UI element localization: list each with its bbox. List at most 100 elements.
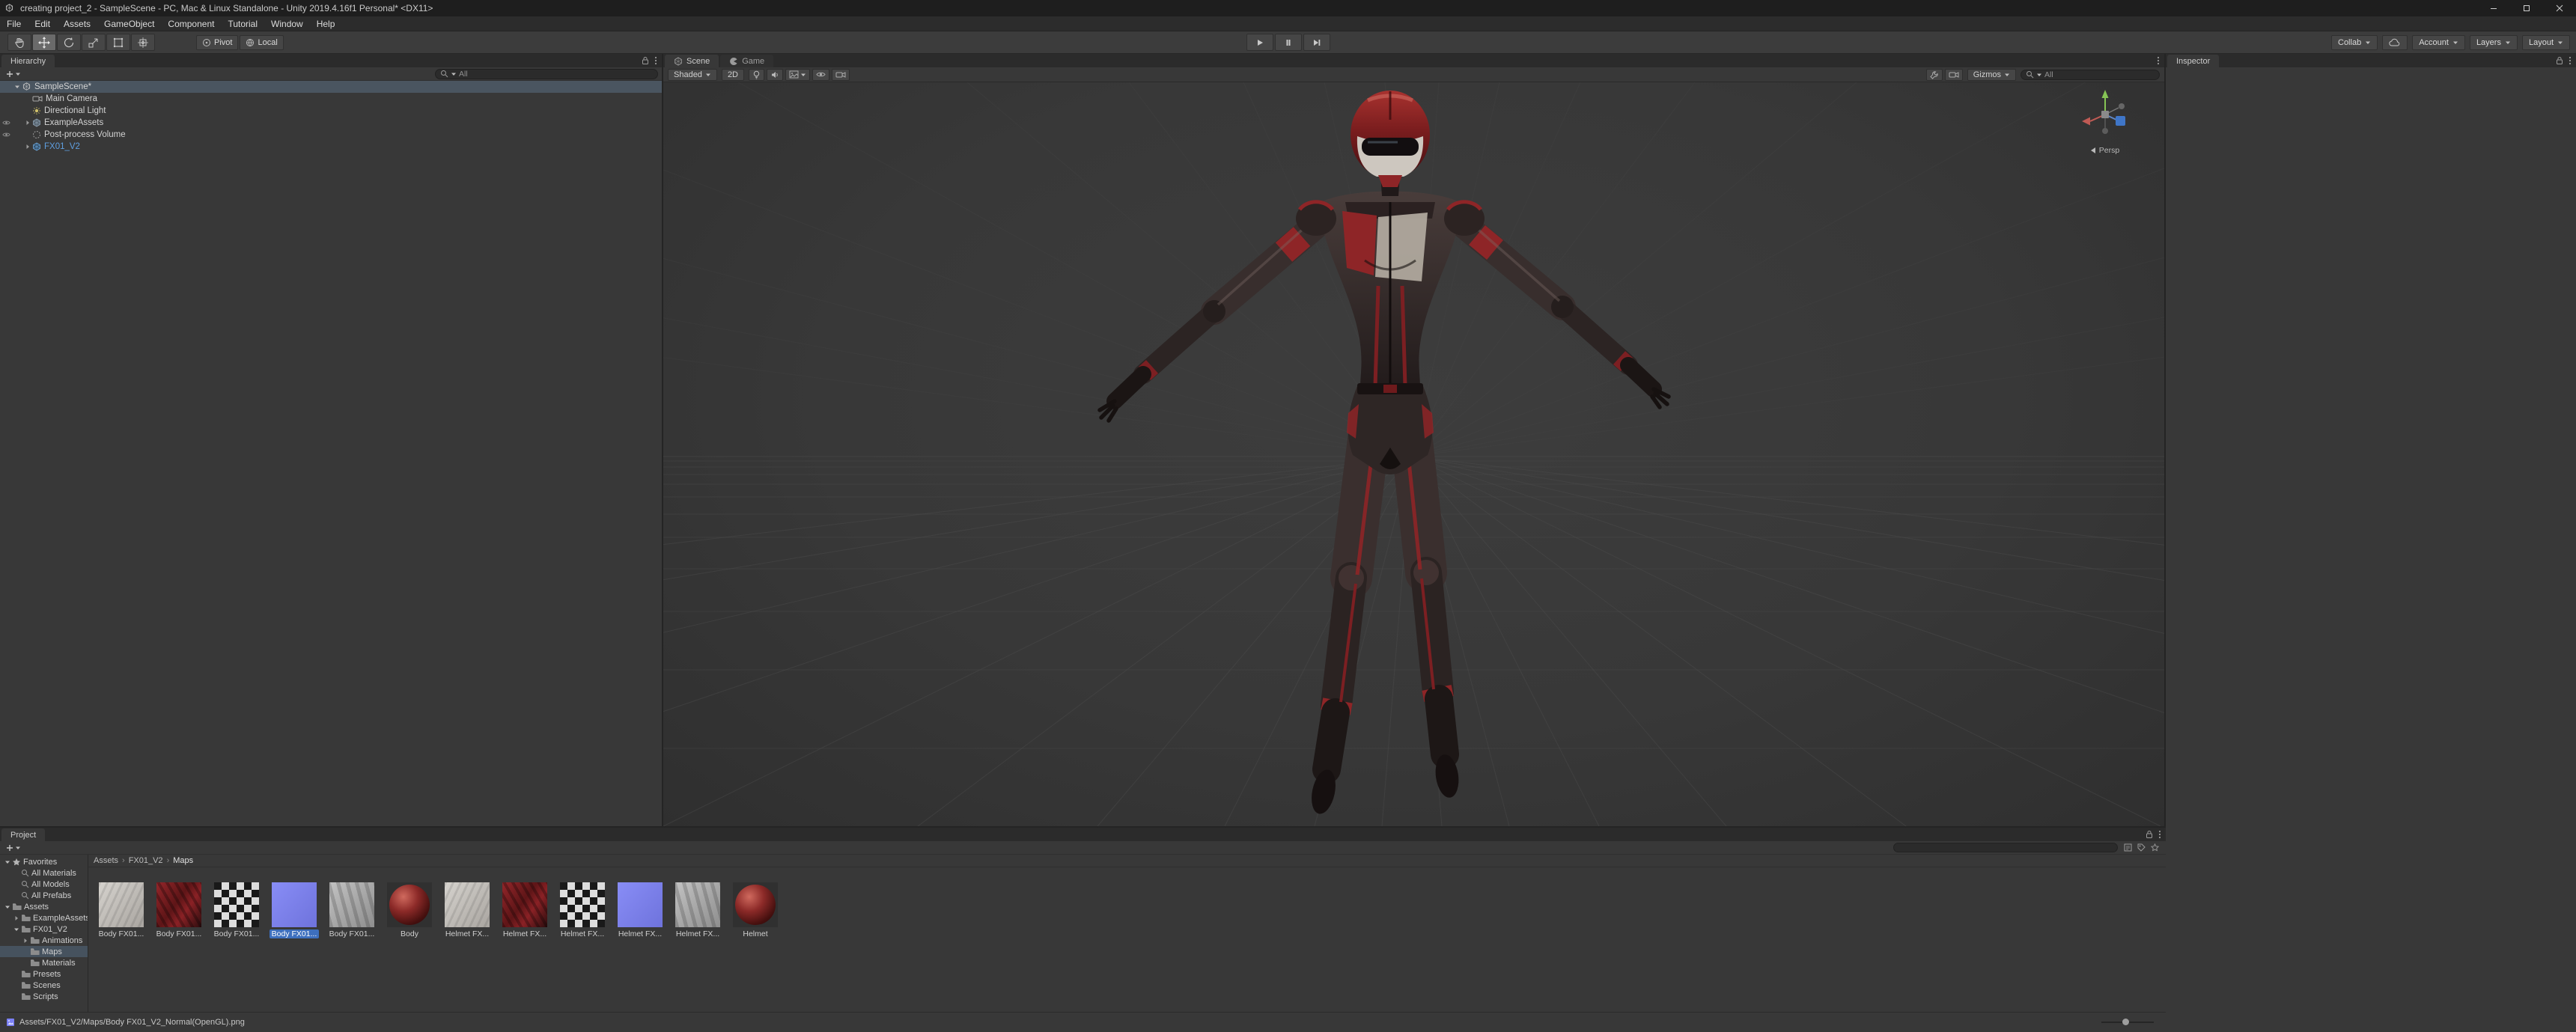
menu-assets[interactable]: Assets — [57, 17, 97, 31]
project-tree-item-exampleassets[interactable]: ExampleAssets — [0, 912, 88, 923]
breadcrumb-fx01-v2[interactable]: FX01_V2 — [129, 856, 163, 865]
project-tree-item-maps[interactable]: Maps — [0, 946, 88, 957]
asset-helmet-fx-6[interactable]: Helmet FX... — [445, 882, 490, 938]
hand-tool-button[interactable] — [7, 34, 31, 51]
hierarchy-item-directional-light[interactable]: Directional Light — [0, 105, 662, 117]
scale-tool-button[interactable] — [82, 34, 106, 51]
space-toggle-button[interactable]: Local — [240, 35, 283, 50]
hierarchy-item-post-process-volume[interactable]: Post-process Volume — [0, 129, 662, 141]
play-button[interactable] — [1246, 34, 1273, 51]
tab-project[interactable]: Project — [1, 828, 45, 841]
asset-helmet-fx-7[interactable]: Helmet FX... — [502, 882, 547, 938]
project-tree-item-materials[interactable]: Materials — [0, 957, 88, 968]
hierarchy-item-fx01-v2[interactable]: FX01_V2 — [0, 141, 662, 153]
panel-menu-icon[interactable] — [654, 56, 657, 65]
project-tree-item-favorites[interactable]: Favorites — [0, 856, 88, 867]
asset-helmet-fx-10[interactable]: Helmet FX... — [675, 882, 720, 938]
panel-menu-icon[interactable] — [2157, 56, 2160, 65]
expand-arrow[interactable] — [11, 915, 21, 921]
2d-toggle-button[interactable]: 2D — [722, 69, 744, 81]
expand-arrow[interactable] — [20, 938, 30, 944]
menu-help[interactable]: Help — [310, 17, 342, 31]
axis-gizmo-icon[interactable] — [2079, 88, 2131, 141]
move-tool-button[interactable] — [32, 34, 56, 51]
projection-toggle[interactable]: Persp — [2071, 146, 2139, 155]
asset-body-fx01-1[interactable]: Body FX01... — [156, 882, 201, 938]
hierarchy-search-field[interactable]: All — [435, 69, 658, 79]
project-search-input[interactable] — [1893, 843, 2118, 852]
asset-helmet-11[interactable]: Helmet — [733, 882, 778, 938]
account-button[interactable]: Account — [2412, 35, 2465, 50]
visibility-gutter[interactable] — [0, 132, 12, 138]
audio-toggle-button[interactable] — [767, 69, 783, 81]
expand-arrow[interactable] — [22, 120, 32, 126]
collapse-arrow[interactable] — [2, 859, 12, 865]
thumbnail-size-slider[interactable] — [2101, 1018, 2154, 1027]
project-create-menu-button[interactable] — [4, 844, 23, 852]
layout-button[interactable]: Layout — [2522, 35, 2570, 50]
project-tree-item-all-models[interactable]: All Models — [0, 879, 88, 890]
scene-viewport-canvas[interactable] — [663, 82, 2164, 826]
panel-menu-icon[interactable] — [2158, 830, 2161, 839]
lighting-toggle-button[interactable] — [749, 69, 764, 81]
tab-inspector[interactable]: Inspector — [2167, 55, 2219, 67]
hierarchy-item-main-camera[interactable]: Main Camera — [0, 93, 662, 105]
close-button[interactable] — [2543, 0, 2576, 16]
camera-button[interactable] — [1945, 69, 1963, 81]
visibility-toggle-button[interactable] — [812, 69, 829, 81]
project-tree-item-animations[interactable]: Animations — [0, 935, 88, 946]
expand-arrow[interactable] — [22, 144, 32, 150]
gizmos-dropdown[interactable]: Gizmos — [1967, 69, 2016, 81]
scene-search-field[interactable]: All — [2021, 70, 2160, 80]
tab-game[interactable]: Game — [720, 55, 773, 67]
visibility-gutter[interactable] — [0, 120, 12, 126]
project-tree-item-all-prefabs[interactable]: All Prefabs — [0, 890, 88, 901]
orientation-gizmo[interactable]: Persp — [2071, 88, 2139, 155]
lock-icon[interactable] — [2146, 830, 2153, 839]
menu-edit[interactable]: Edit — [28, 17, 57, 31]
effects-toggle-button[interactable] — [785, 69, 810, 81]
pivot-toggle-button[interactable]: Pivot — [196, 35, 238, 50]
project-tree-item-scripts[interactable]: Scripts — [0, 991, 88, 1002]
hierarchy-item-exampleassets[interactable]: ExampleAssets — [0, 117, 662, 129]
collab-button[interactable]: Collab — [2331, 35, 2378, 50]
step-button[interactable] — [1303, 34, 1330, 51]
breadcrumb-maps[interactable]: Maps — [173, 856, 193, 865]
asset-body-fx01-0[interactable]: Body FX01... — [99, 882, 144, 938]
lock-icon[interactable] — [642, 56, 649, 65]
collapse-arrow[interactable] — [11, 926, 21, 932]
maximize-button[interactable] — [2510, 0, 2543, 16]
tab-hierarchy[interactable]: Hierarchy — [1, 55, 55, 67]
scene-viewport[interactable]: Persp — [663, 82, 2164, 826]
hierarchy-item-samplescene[interactable]: SampleScene* — [0, 81, 662, 93]
panel-menu-icon[interactable] — [2569, 56, 2572, 65]
character-model[interactable] — [1100, 91, 1669, 816]
transform-tool-button[interactable] — [131, 34, 155, 51]
asset-helmet-fx-8[interactable]: Helmet FX... — [560, 882, 605, 938]
menu-gameobject[interactable]: GameObject — [97, 17, 161, 31]
tools-button[interactable] — [1926, 69, 1943, 81]
rotate-tool-button[interactable] — [57, 34, 81, 51]
cloud-button[interactable] — [2382, 35, 2408, 50]
lock-icon[interactable] — [2556, 56, 2563, 65]
layers-button[interactable]: Layers — [2470, 35, 2518, 50]
collapse-arrow[interactable] — [12, 84, 22, 90]
pause-button[interactable] — [1275, 34, 1302, 51]
project-tree-item-assets[interactable]: Assets — [0, 901, 88, 912]
asset-body-fx01-3[interactable]: Body FX01... — [272, 882, 317, 938]
asset-body-fx01-4[interactable]: Body FX01... — [329, 882, 374, 938]
shading-mode-dropdown[interactable]: Shaded — [668, 69, 717, 81]
menu-window[interactable]: Window — [264, 17, 310, 31]
rect-tool-button[interactable] — [106, 34, 130, 51]
asset-body-5[interactable]: Body — [387, 882, 432, 938]
project-tree-item-scenes[interactable]: Scenes — [0, 980, 88, 991]
favorite-star-button[interactable] — [2151, 843, 2159, 852]
asset-helmet-fx-9[interactable]: Helmet FX... — [618, 882, 663, 938]
slider-thumb[interactable] — [2122, 1019, 2129, 1025]
menu-component[interactable]: Component — [161, 17, 221, 31]
asset-body-fx01-2[interactable]: Body FX01... — [214, 882, 259, 938]
search-by-label-button[interactable] — [2137, 843, 2146, 852]
project-tree-item-all-materials[interactable]: All Materials — [0, 867, 88, 879]
tab-scene[interactable]: Scene — [665, 55, 719, 67]
breadcrumb-assets[interactable]: Assets — [94, 856, 118, 865]
